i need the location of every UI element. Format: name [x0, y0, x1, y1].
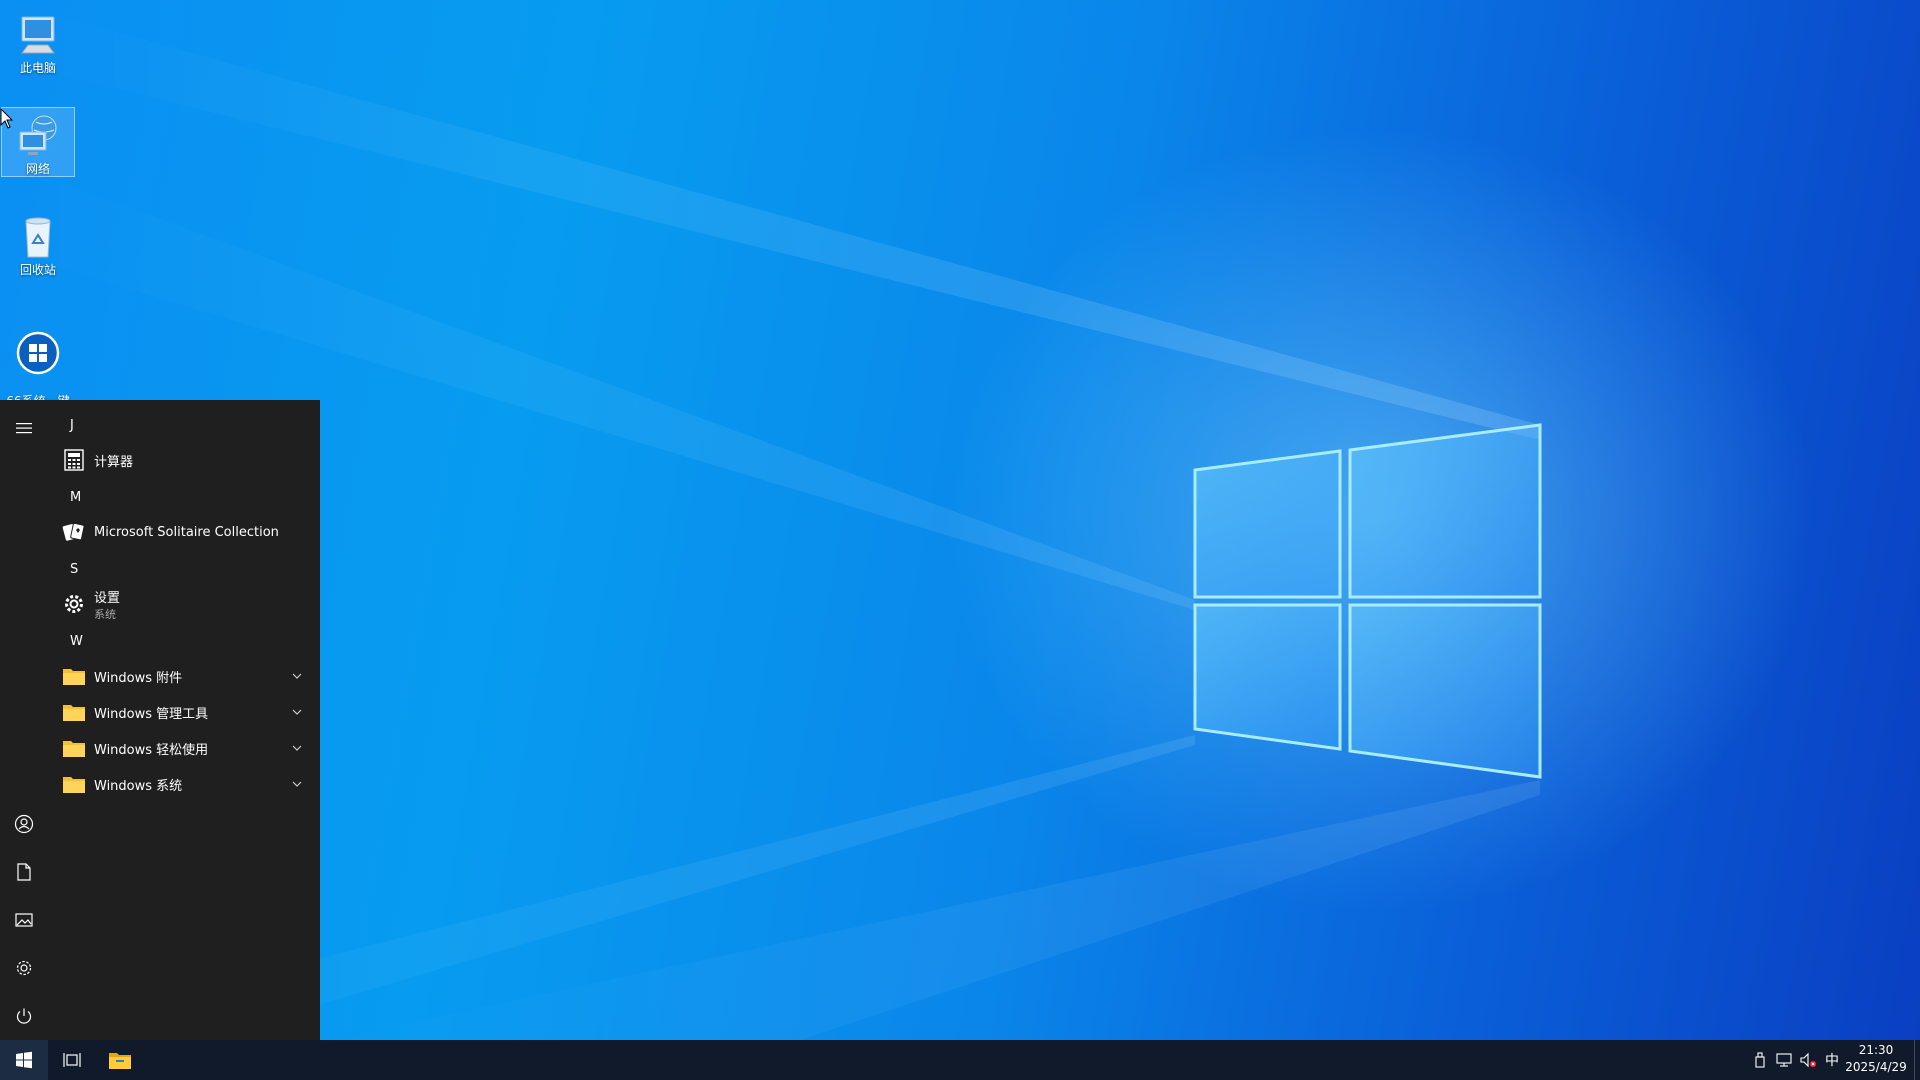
documents-icon	[17, 863, 31, 881]
start-menu-rail	[0, 400, 48, 1040]
network-status-icon	[1776, 1053, 1792, 1067]
folder-icon	[62, 736, 86, 760]
input-method-button[interactable]: 中	[1822, 1050, 1842, 1070]
start-button[interactable]	[0, 1040, 48, 1080]
volume-tray-button[interactable]	[1798, 1050, 1818, 1070]
clock-date: 2025/4/29	[1845, 1060, 1907, 1074]
app-folder-windows-ease-of-access[interactable]: Windows 轻松使用	[62, 730, 312, 766]
desktop-icon-recycle-bin[interactable]: 回收站	[1, 205, 75, 277]
user-account-button[interactable]	[0, 800, 48, 848]
letter-header-m[interactable]: M	[70, 480, 81, 516]
app-microsoft-solitaire[interactable]: Microsoft Solitaire Collection	[62, 514, 312, 550]
app-folder-windows-system[interactable]: Windows 系统	[62, 766, 312, 802]
app-list: J 计算器 M Microsoft Solitaire Collection S…	[48, 400, 320, 1040]
solitaire-icon	[62, 520, 86, 544]
chevron-down-icon[interactable]	[290, 777, 304, 791]
mouse-cursor-icon	[0, 108, 14, 129]
app-label: 设置	[94, 590, 121, 606]
volume-muted-icon	[1800, 1052, 1817, 1068]
file-explorer-icon	[109, 1053, 131, 1069]
app-calculator[interactable]: 计算器	[62, 442, 312, 478]
calculator-icon	[62, 448, 86, 472]
desktop-icon-label: 此电脑	[19, 61, 56, 75]
clock[interactable]: 21:30 2025/4/29	[1840, 1042, 1912, 1078]
pictures-button[interactable]	[0, 896, 48, 944]
documents-button[interactable]	[0, 848, 48, 896]
file-explorer-button[interactable]	[96, 1040, 144, 1080]
desktop-icon-installer[interactable]: 66系统一键 安装	[1, 306, 75, 423]
app-folder-windows-accessories[interactable]: Windows 附件	[62, 658, 312, 694]
app-label: Windows 轻松使用	[94, 742, 209, 758]
network-status-tray-button[interactable]	[1774, 1050, 1794, 1070]
installer-icon	[16, 331, 60, 375]
letter-header-w[interactable]: W	[70, 624, 83, 660]
chevron-down-icon[interactable]	[290, 669, 304, 683]
expand-menu-button[interactable]	[0, 404, 48, 452]
app-sublabel: 系统	[94, 607, 116, 621]
chevron-down-icon[interactable]	[290, 741, 304, 755]
user-account-icon	[14, 814, 34, 834]
desktop-icon-label: 网络	[25, 162, 50, 176]
recycle-bin-icon	[25, 217, 51, 258]
task-view-icon	[63, 1053, 81, 1067]
folder-icon	[62, 664, 86, 688]
app-label: Windows 系统	[94, 778, 183, 794]
hamburger-menu-icon	[16, 423, 32, 434]
app-label: Windows 管理工具	[94, 706, 209, 722]
desktop-icon-this-pc[interactable]: 此电脑	[1, 3, 75, 75]
folder-icon	[62, 772, 86, 796]
letter-header-j[interactable]: J	[70, 408, 74, 444]
letter-header-s[interactable]: S	[70, 552, 78, 588]
app-label: Microsoft Solitaire Collection	[94, 524, 279, 540]
pictures-icon	[15, 913, 33, 927]
settings-gear-icon	[16, 960, 32, 976]
chevron-down-icon[interactable]	[290, 705, 304, 719]
this-pc-icon	[21, 16, 55, 54]
start-menu: J 计算器 M Microsoft Solitaire Collection S…	[0, 400, 320, 1040]
desktop-icon-label: 回收站	[19, 263, 56, 277]
settings-button[interactable]	[0, 944, 48, 992]
usb-device-tray-button[interactable]	[1750, 1050, 1770, 1070]
usb-device-icon	[1755, 1052, 1765, 1068]
power-icon	[16, 1008, 32, 1024]
app-settings[interactable]: 设置 系统	[62, 586, 312, 622]
folder-icon	[62, 700, 86, 724]
show-desktop-button[interactable]	[1914, 1040, 1920, 1080]
app-label: 计算器	[94, 454, 134, 470]
windows-start-icon	[16, 1051, 32, 1069]
taskbar: 中 21:30 2025/4/29	[0, 1040, 1920, 1080]
task-view-button[interactable]	[48, 1040, 96, 1080]
settings-icon	[62, 592, 86, 616]
app-label: Windows 附件	[94, 670, 183, 686]
power-button[interactable]	[0, 992, 48, 1040]
network-icon	[19, 115, 57, 155]
clock-time: 21:30	[1858, 1043, 1894, 1057]
app-folder-windows-admin-tools[interactable]: Windows 管理工具	[62, 694, 312, 730]
